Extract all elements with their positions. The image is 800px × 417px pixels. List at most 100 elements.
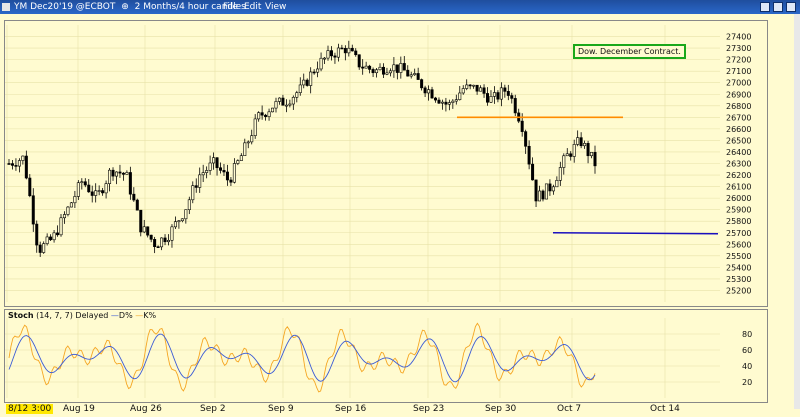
candle-body [378,66,382,71]
candle-body [427,89,431,94]
candle-body [416,73,420,80]
symbol-title-text: YM Dec20'19 @ECBOT [14,2,116,12]
stoch-chart-svg: 20 40 60 80 [5,318,752,398]
date-tick-label: Sep 16 [335,404,367,414]
candle-body [499,87,503,100]
candle-body [392,64,396,72]
candle-body [583,143,587,147]
candle-body [312,71,316,74]
candle-body [35,223,39,246]
support-line-blue[interactable] [552,231,719,235]
candle-body [520,120,524,132]
candle-body [198,174,202,188]
candle-body [236,160,240,164]
stoch-label: Stoch [8,311,34,320]
candle-body [146,226,150,236]
close-icon[interactable] [786,2,796,12]
menu-edit[interactable]: Edit [244,0,261,14]
date-first-label: 8/12 3:00 [6,404,54,414]
price-tick-label: 26200 [726,171,751,180]
candle-body [562,155,566,168]
candle-body [486,93,490,103]
candle-body [52,232,56,241]
candle-body [458,92,462,100]
date-tick-label: Sep 2 [200,404,226,414]
candle-body [149,234,153,240]
candle-body [288,103,292,106]
chart-frame: 25200 25300 25400 25500 25600 25700 25800 25900… [0,14,800,417]
candle-body [479,87,483,92]
candle-body [42,243,46,253]
candle-body [305,79,309,86]
menu-file[interactable]: File [223,0,238,14]
stoch-mode: Delayed [75,311,109,320]
candle-body [343,47,347,54]
candle-body [364,65,368,69]
candle-body [118,171,122,174]
candle-body [104,183,108,194]
candle-body [298,84,302,93]
price-tick-label: 25900 [726,206,751,215]
candle-body [475,84,479,92]
candle-body [513,98,517,114]
candle-body [333,55,337,58]
candle-body [225,171,229,181]
candle-body [271,107,275,113]
candle-body [250,135,254,143]
candle-body [506,91,510,96]
candle-body [215,157,219,169]
stoch-tick-label: 60 [742,346,752,355]
candle-body [49,236,53,241]
vertical-scrollbar[interactable] [794,14,800,409]
price-tick-label: 25300 [726,275,751,284]
candle-body [239,155,243,161]
candle-body [551,186,555,192]
candle-body [257,112,261,120]
candle-body [132,193,136,201]
candle-body [492,92,496,97]
candle-body [524,131,528,147]
candle-body [284,104,288,107]
stoch-k-line [8,322,596,393]
price-tick-label: 26100 [726,183,751,192]
candle-body [180,218,184,222]
date-tick-label: Oct 14 [650,404,680,414]
candle-body [444,101,448,105]
candle-body [579,137,583,147]
candle-body [267,111,271,117]
candle-body [368,65,372,70]
menu-view[interactable]: View [265,0,286,14]
candle-body [219,167,223,171]
candle-body [121,172,125,175]
stoch-tick-label: 80 [742,330,752,339]
minimize-icon[interactable] [760,2,770,12]
candle-body [45,236,49,244]
candle-body [87,184,91,193]
candle-body [558,167,562,181]
title-bar: YM Dec20'19 @ECBOT ⊕ 2 Months/4 hour can… [0,0,800,14]
candle-body [423,87,427,94]
candle-body [260,112,264,116]
candle-body [76,182,80,197]
candle-body [153,239,157,247]
price-tick-label: 26000 [726,194,751,203]
candle-body [173,221,177,228]
candle-body [56,232,60,236]
candle-body [503,87,507,92]
candle-body [222,170,226,173]
candle-body [399,63,403,73]
stoch-legend: Stoch (14, 7, 7) Delayed —D% —K% [8,311,157,320]
candle-body [31,195,35,225]
candle-body [163,237,167,243]
candle-body [437,99,441,104]
candle-body [97,190,101,192]
candle-body [80,181,84,184]
price-tick-label: 25700 [726,229,751,238]
candle-body [350,47,354,52]
candle-body [309,71,313,86]
window-grip-icon[interactable] [2,3,10,11]
maximize-icon[interactable] [773,2,783,12]
candle-body [73,196,77,204]
candle-body [420,79,424,89]
candle-body [538,190,542,202]
